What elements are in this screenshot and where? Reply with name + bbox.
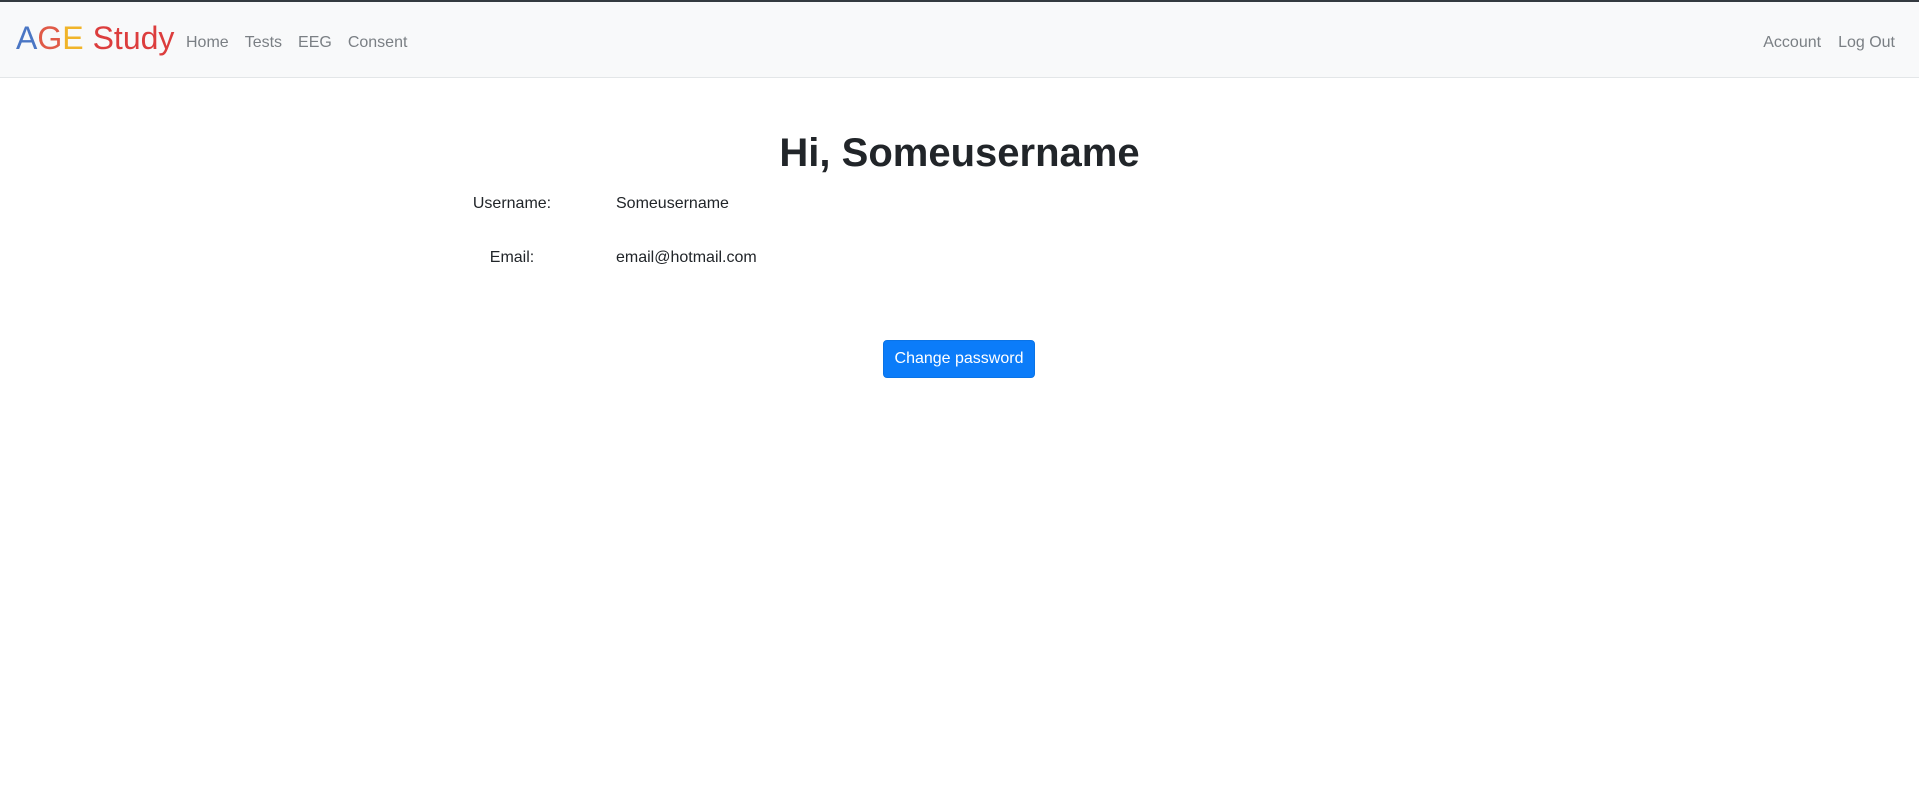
brand-letter-g: G	[37, 20, 63, 56]
nav-link-eeg[interactable]: EEG	[298, 34, 332, 52]
nav-account-links: Account Log Out	[1763, 34, 1895, 52]
email-value: email@hotmail.com	[616, 249, 757, 266]
username-value: Someusername	[616, 195, 729, 212]
change-password-button[interactable]: Change password	[883, 340, 1035, 378]
nav-link-consent[interactable]: Consent	[348, 34, 408, 52]
brand-letter-a: A	[16, 20, 38, 56]
brand-letter-e: E	[62, 20, 84, 56]
nav-link-account[interactable]: Account	[1763, 34, 1821, 52]
username-label: Username:	[472, 195, 552, 212]
page-title: Hi, Someusername	[779, 131, 1140, 175]
nav-main-links: Home Tests EEG Consent	[186, 34, 407, 52]
nav-link-home[interactable]: Home	[186, 34, 229, 52]
brand-logo-link[interactable]: AGE Study	[16, 22, 174, 54]
nav-link-tests[interactable]: Tests	[245, 34, 282, 52]
nav-link-log-out[interactable]: Log Out	[1838, 34, 1895, 52]
brand-word-study: Study	[92, 20, 175, 56]
email-label: Email:	[489, 249, 535, 266]
navbar: AGE Study Home Tests EEG Consent Account …	[0, 2, 1919, 78]
